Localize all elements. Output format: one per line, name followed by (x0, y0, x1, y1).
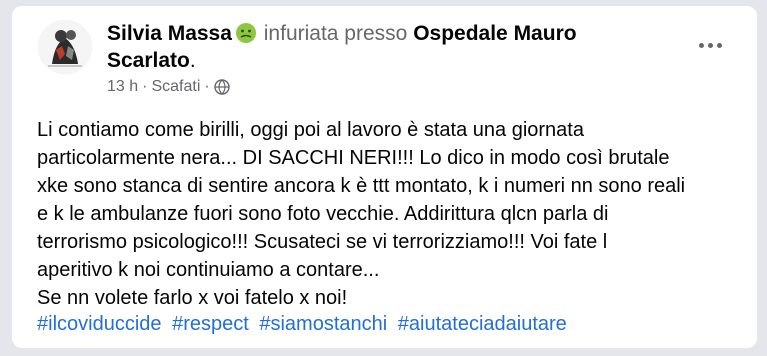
post-text-line: xke sono stanca di sentire ancora k è tt… (37, 175, 686, 197)
more-options-icon[interactable] (693, 34, 727, 56)
globe-icon[interactable] (214, 79, 230, 95)
post-text-line: Se nn volete farlo x voi fatelo x noi! (37, 287, 348, 309)
place-period: . (189, 49, 196, 72)
meta-separator: · (204, 78, 210, 95)
more-dot (707, 42, 713, 48)
post-card: Silvia Massa infuriata presso Ospedale M… (12, 6, 757, 348)
nauseated-face-icon (235, 22, 257, 44)
avatar[interactable] (38, 20, 92, 74)
more-dot (698, 42, 704, 48)
hashtag-link[interactable]: #siamostanchi (259, 313, 387, 335)
hashtag-link[interactable]: #aiutateciadaiutare (398, 313, 567, 335)
post-text-line: terrorismo psicologico!!! Scusateci se v… (37, 231, 608, 253)
post-time[interactable]: 13 h (107, 77, 138, 97)
post-text-line: particolarmente nera... DI SACCHI NERI!!… (37, 147, 670, 169)
hashtag-list: #ilcoviduccide #respect #siamostanchi #a… (37, 310, 737, 338)
hashtag-link[interactable]: #respect (172, 313, 249, 335)
meta-separator: · (142, 78, 148, 95)
post-location[interactable]: Scafati (151, 77, 200, 97)
post-text-line: aperitivo k noi continuiamo a contare... (37, 259, 380, 281)
post-text: Li contiamo come birilli, oggi poi al la… (37, 116, 737, 312)
author-name[interactable]: Silvia Massa (107, 22, 232, 45)
activity-text: infuriata presso (263, 22, 408, 45)
post-text-line: Li contiamo come birilli, oggi poi al la… (37, 119, 584, 141)
avatar-image (38, 20, 92, 74)
post-text-line: e k le ambulanze fuori sono foto vecchie… (37, 203, 609, 225)
post-header: Silvia Massa infuriata presso Ospedale M… (107, 20, 667, 74)
post-meta: 13 h · Scafati · (107, 77, 230, 97)
more-dot (716, 42, 722, 48)
hashtag-link[interactable]: #ilcoviduccide (37, 313, 162, 335)
